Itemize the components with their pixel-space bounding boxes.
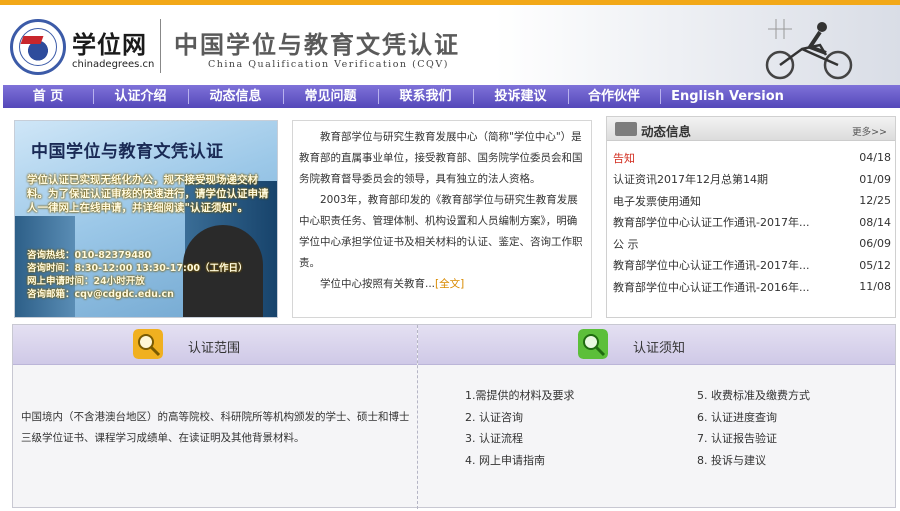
intro-full-text-link[interactable]: [全文] [435,278,464,290]
intro-paragraph: 教育部学位与研究生教育发展中心（简称"学位中心"）是教育部的直属事业单位，接受教… [299,131,583,185]
main-nav: 首 页 认证介绍 动态信息 常见问题 联系我们 投诉建议 合作伙伴 Englis… [3,85,900,108]
notice-link[interactable]: 1.需提供的材料及要求 [465,385,575,407]
notice-list-right: 5. 收费标准及缴费方式 6. 认证进度查询 7. 认证报告验证 8. 投诉与建… [697,385,810,471]
scope-title: 认证范围 [188,341,241,356]
magnifier-icon [133,329,163,359]
magnifier-check-icon [578,329,608,359]
news-panel: 动态信息 更多>> 告知 04/18 认证资讯2017年12月总第14期 01/09… [606,116,896,318]
nav-home[interactable]: 首 页 [3,85,93,108]
notice-link[interactable]: 3. 认证流程 [465,428,575,450]
site-header: 学位网 chinadegrees.cn 中国学位与教育文凭认证 China Qu… [0,5,900,85]
section-divider [417,325,418,509]
news-item[interactable]: 电子发票使用通知 12/25 [613,190,891,212]
intro-paragraph: 学位中心按照有关教育...[全文] [320,278,465,290]
news-item[interactable]: 教育部学位中心认证工作通讯-2017年... 05/12 [613,255,891,277]
site-domain: chinadegrees.cn [72,59,155,70]
news-more-link[interactable]: 更多>> [852,124,887,138]
notice-link[interactable]: 6. 认证进度查询 [697,407,810,429]
brand-subtitle: China Qualification Verification (CQV) [208,59,449,70]
news-icon [615,122,637,136]
nav-faq[interactable]: 常见问题 [283,85,378,108]
promo-banner[interactable]: 中国学位与教育文凭认证 学位认证已实现无纸化办公，规不接受现场递交材料。为了保证… [14,120,278,318]
news-panel-header: 动态信息 更多>> [607,117,895,141]
notice-link[interactable]: 8. 投诉与建议 [697,450,810,472]
intro-paragraph: 2003年，教育部印发的《教育部学位与研究生教育发展中心职责任务、管理体制、机构… [299,194,583,269]
nav-partners[interactable]: 合作伙伴 [568,85,660,108]
banner-hotline: 咨询热线：010-82379480 [27,250,152,261]
notice-link[interactable]: 4. 网上申请指南 [465,450,575,472]
nav-contact[interactable]: 联系我们 [378,85,473,108]
banner-hours: 咨询时间：8:30-12:00 13:30-17:00（工作日） [27,263,248,274]
banner-text: 学位认证已实现无纸化办公，规不接受现场递交材料。为了保证认证审核的快速进行，请学… [27,174,269,214]
news-list: 告知 04/18 认证资讯2017年12月总第14期 01/09 电子发票使用通知 1… [607,141,895,298]
banner-contact: 咨询热线：010-82379480 咨询时间：8:30-12:00 13:30-… [27,249,277,301]
news-item[interactable]: 教育部学位中心认证工作通讯-2016年... 11/08 [613,276,891,298]
nav-english-version[interactable]: English Version [660,85,795,108]
notice-link[interactable]: 2. 认证咨询 [465,407,575,429]
scope-header: 认证范围 [13,325,417,365]
news-item[interactable]: 公 示 06/09 [613,233,891,255]
banner-email: 咨询邮箱：cqv@cdgdc.edu.cn [27,289,174,300]
scope-text: 中国境内（不含港澳台地区）的高等院校、科研院所等机构颁发的学士、硕士和博士三级学… [21,411,410,444]
news-item[interactable]: 告知 04/18 [613,147,891,169]
cyclist-illustration-icon [765,19,853,80]
banner-title: 中国学位与教育文凭认证 [31,142,224,162]
intro-panel: 教育部学位与研究生教育发展中心（简称"学位中心"）是教育部的直属事业单位，接受教… [292,120,592,318]
notice-link[interactable]: 7. 认证报告验证 [697,428,810,450]
logo-seal-icon[interactable] [10,19,66,75]
brand-title: 中国学位与教育文凭认证 [174,30,460,59]
news-panel-title: 动态信息 [641,124,692,139]
news-item[interactable]: 认证资讯2017年12月总第14期 01/09 [613,169,891,191]
header-divider [160,19,161,73]
notice-link[interactable]: 5. 收费标准及缴费方式 [697,385,810,407]
notice-list-left: 1.需提供的材料及要求 2. 认证咨询 3. 认证流程 4. 网上申请指南 [465,385,575,471]
notice-header: 认证须知 [418,325,895,365]
nav-complaints[interactable]: 投诉建议 [473,85,568,108]
nav-news[interactable]: 动态信息 [188,85,283,108]
info-section: 认证范围 认证须知 中国境内（不含港澳台地区）的高等院校、科研院所等机构颁发的学… [12,324,896,509]
nav-verification-intro[interactable]: 认证介绍 [93,85,188,108]
banner-online-time: 网上申请时间：24小时开放 [27,276,145,287]
site-name[interactable]: 学位网 [72,25,147,60]
news-item[interactable]: 教育部学位中心认证工作通讯-2017年... 08/14 [613,212,891,234]
notice-title: 认证须知 [633,341,686,356]
